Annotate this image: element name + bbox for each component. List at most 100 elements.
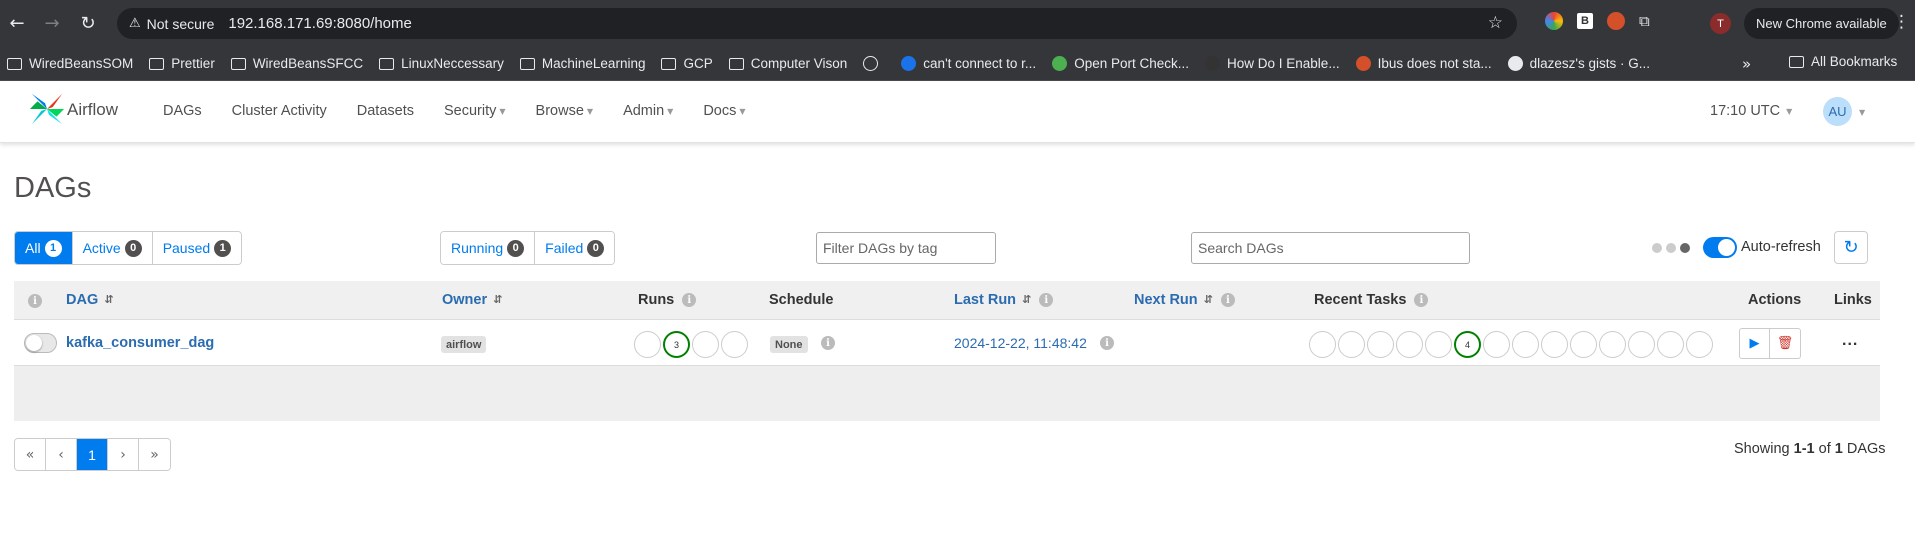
status-circle-empty[interactable]	[1338, 331, 1365, 358]
info-icon[interactable]: i	[821, 336, 835, 350]
nav-menu-docs[interactable]: Docs ▼	[703, 103, 745, 119]
nav-menu-dags[interactable]: DAGs	[163, 103, 202, 119]
nav-menu-datasets[interactable]: Datasets	[357, 103, 414, 119]
status-circle-empty[interactable]	[634, 331, 661, 358]
status-circle-empty[interactable]	[1396, 331, 1423, 358]
nav-menu-cluster-activity[interactable]: Cluster Activity	[232, 103, 327, 119]
bookmarks-overflow-icon[interactable]: »	[1742, 55, 1751, 73]
filter-all-button[interactable]: All 1	[15, 232, 73, 264]
column-header-last-run[interactable]: Last Run ⇵ i	[954, 292, 1054, 308]
airflow-navbar: Airflow DAGs Cluster Activity Datasets Secu…	[0, 82, 1915, 143]
bookmark-item[interactable]: How Do I Enable...	[1205, 56, 1340, 71]
column-header-next-run[interactable]: Next Run ⇵ i	[1134, 292, 1235, 308]
nav-menu-browse[interactable]: Browse ▼	[536, 103, 594, 119]
bookmark-item[interactable]: LinuxNeccessary	[379, 56, 504, 71]
bookmark-item[interactable]: MachineLearning	[519, 56, 646, 71]
status-circle-empty[interactable]	[1309, 331, 1336, 358]
bookmark-item[interactable]: Ibus does not sta...	[1355, 56, 1492, 71]
reload-icon[interactable]: ↻	[71, 6, 105, 40]
info-icon[interactable]: i	[1039, 293, 1054, 307]
bookmark-item[interactable]: can't connect to r...	[901, 56, 1036, 71]
column-header-owner-label: Owner	[442, 292, 488, 308]
bookmark-item[interactable]: WiredBeansSFCC	[230, 56, 363, 71]
pagination-prev-button[interactable]: ‹	[46, 439, 77, 470]
user-avatar[interactable]: AU	[1823, 97, 1852, 126]
status-circle-empty[interactable]	[1628, 331, 1655, 358]
bookmark-item[interactable]: Prettier	[149, 56, 215, 71]
filter-failed-button[interactable]: Failed 0	[535, 232, 615, 264]
pagination-first-button[interactable]: «	[15, 439, 46, 470]
nav-menu-label: Docs	[703, 103, 737, 119]
bookmark-item[interactable]: WiredBeansSOM	[7, 56, 133, 71]
auto-refresh-toggle[interactable]	[1703, 237, 1737, 258]
airflow-logo-icon[interactable]	[28, 90, 66, 128]
tag-filter-input[interactable]	[816, 232, 996, 264]
pagination-page-button[interactable]: 1	[77, 439, 108, 470]
bookmark-item[interactable]: Computer Vison	[728, 56, 847, 71]
nav-menu-security[interactable]: Security ▼	[444, 103, 506, 119]
status-circle-empty[interactable]	[1541, 331, 1568, 358]
filter-running-button[interactable]: Running 0	[441, 232, 536, 264]
owner-badge[interactable]: airflow	[441, 336, 487, 353]
extension-b-icon[interactable]: B	[1577, 13, 1593, 29]
chevron-down-icon[interactable]: ▼	[1859, 108, 1865, 117]
status-circle-empty[interactable]	[1512, 331, 1539, 358]
folder-icon	[661, 57, 677, 70]
search-dags-input[interactable]	[1191, 232, 1470, 264]
filter-active-label: Active	[82, 240, 121, 256]
extension-flame-icon[interactable]	[1607, 12, 1625, 30]
status-circle-empty[interactable]	[1599, 331, 1626, 358]
bookmark-item[interactable]: GCP	[661, 56, 713, 71]
folder-icon	[230, 57, 246, 70]
info-icon[interactable]: i	[1100, 336, 1114, 350]
last-run-link[interactable]: 2024-12-22, 11:48:42	[954, 335, 1087, 351]
status-circle-empty[interactable]	[1570, 331, 1597, 358]
status-circle-empty[interactable]	[1367, 331, 1394, 358]
site-favicon-icon	[901, 56, 917, 71]
status-circle-empty[interactable]	[1425, 331, 1452, 358]
column-header-owner[interactable]: Owner ⇵	[442, 292, 502, 308]
status-circle-empty[interactable]	[1657, 331, 1684, 358]
timezone-label: 17:10 UTC	[1710, 103, 1781, 119]
status-circle-empty[interactable]	[1686, 331, 1713, 358]
status-circle-success[interactable]: 3	[663, 331, 690, 358]
timezone-dropdown[interactable]: 17:10 UTC ▼	[1710, 103, 1792, 119]
pagination-last-button[interactable]: »	[139, 439, 170, 470]
bookmark-label: MachineLearning	[541, 56, 646, 71]
pagination-next-button[interactable]: ›	[108, 439, 139, 470]
address-bar[interactable]: ⚠ Not secure 192.168.171.69:8080/home ☆	[117, 8, 1517, 39]
url-text[interactable]: 192.168.171.69:8080/home	[228, 15, 412, 32]
status-circle-success[interactable]: 4	[1454, 331, 1481, 358]
refresh-icon[interactable]: ↻	[1834, 231, 1868, 264]
extension-color-icon[interactable]	[1545, 12, 1563, 30]
bookmark-item[interactable]: dlazesz's gists · G...	[1507, 56, 1650, 71]
info-icon[interactable]: i	[682, 293, 697, 307]
status-filter-group: All 1 Active 0 Paused 1	[14, 231, 243, 265]
nav-menu-admin[interactable]: Admin ▼	[623, 103, 673, 119]
delete-dag-trash-icon[interactable]: 🗑	[1770, 328, 1801, 359]
airflow-brand-label[interactable]: Airflow	[67, 100, 118, 120]
info-icon[interactable]: i	[1414, 293, 1429, 307]
status-circle-empty[interactable]	[721, 331, 748, 358]
status-circle-empty[interactable]	[1483, 331, 1510, 358]
all-bookmarks-button[interactable]: All Bookmarks	[1789, 54, 1897, 69]
forward-arrow-icon[interactable]: →	[35, 6, 69, 40]
profile-avatar[interactable]: T	[1710, 13, 1731, 34]
dag-pause-toggle[interactable]	[24, 333, 57, 353]
new-chrome-available-button[interactable]: New Chrome available	[1744, 8, 1899, 39]
info-icon[interactable]: i	[28, 294, 42, 308]
bookmark-item[interactable]: Open Port Check...	[1052, 56, 1189, 71]
extensions-puzzle-icon[interactable]: ⧉	[1639, 12, 1650, 30]
filter-paused-button[interactable]: Paused 1	[152, 232, 242, 264]
dag-name-link[interactable]: kafka_consumer_dag	[66, 335, 214, 351]
chrome-menu-icon[interactable]: ⋮	[1893, 12, 1910, 32]
column-header-dag[interactable]: DAG ⇵	[66, 292, 113, 308]
status-circle-empty[interactable]	[692, 331, 719, 358]
info-icon[interactable]: i	[1220, 293, 1235, 307]
bookmark-star-icon[interactable]: ☆	[1488, 13, 1503, 33]
back-arrow-icon[interactable]: ←	[0, 6, 34, 40]
trigger-dag-play-icon[interactable]: ▶	[1739, 328, 1770, 359]
links-more-icon[interactable]: ...	[1842, 332, 1858, 350]
bookmark-item[interactable]	[863, 56, 885, 71]
filter-active-button[interactable]: Active 0	[72, 232, 153, 264]
